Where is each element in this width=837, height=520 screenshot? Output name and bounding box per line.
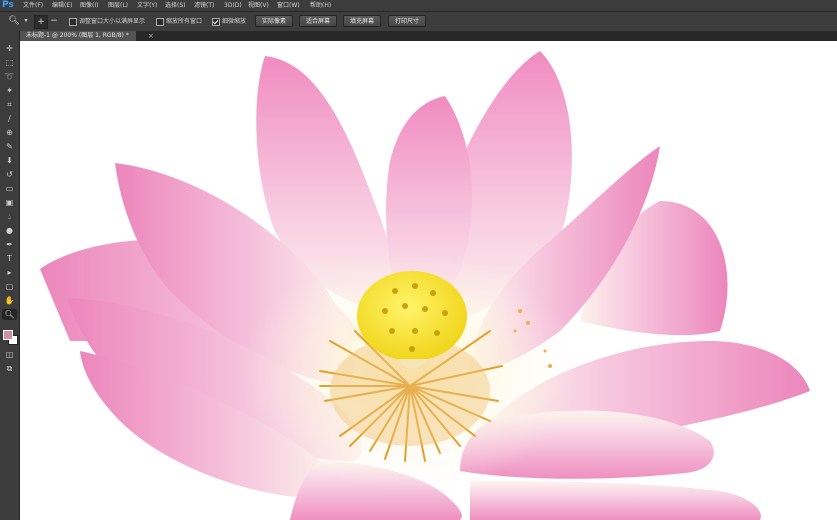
resize-windows-checkbox[interactable]: [69, 18, 77, 26]
document-canvas[interactable]: [20, 41, 837, 520]
menu-filter[interactable]: 滤镜(T): [194, 0, 214, 11]
shape-icon[interactable]: ▢: [2, 281, 17, 292]
print-size-button[interactable]: 打印尺寸: [388, 15, 426, 27]
menu-window[interactable]: 窗口(W): [277, 0, 300, 11]
fit-screen-button[interactable]: 适合屏幕: [299, 15, 337, 27]
menu-bar: Ps 文件(F) 编辑(E) 图像(I) 图层(L) 文字(Y) 选择(S) 滤…: [0, 0, 837, 12]
fill-screen-button[interactable]: 填充屏幕: [343, 15, 381, 27]
photoshop-logo: Ps: [2, 0, 14, 10]
menu-3d[interactable]: 3D(D): [224, 0, 242, 11]
document-tab-bar: 未标题-1 @ 200% (图层 1, RGB/8) * ×: [20, 31, 837, 41]
quick-mask-icon[interactable]: ◫: [2, 349, 17, 360]
lasso-icon[interactable]: ➰: [2, 71, 17, 82]
tools-panel: ✛ ⬚ ➰ ✦ ⌗ ∕ ⊕ ✎ ⬇ ↺ ▭ ▣ 💧︎ ● ✒ T ▸ ▢ ✋ 🔍…: [0, 31, 20, 520]
path-select-icon[interactable]: ▸: [2, 267, 17, 278]
foreground-color-swatch[interactable]: [3, 330, 13, 340]
menu-layer[interactable]: 图层(L): [108, 0, 128, 11]
quick-select-icon[interactable]: ✦: [2, 85, 17, 96]
type-icon[interactable]: T: [2, 253, 17, 264]
blur-icon[interactable]: 💧︎: [2, 211, 17, 222]
eyedropper-icon[interactable]: ∕: [2, 113, 17, 124]
menu-type[interactable]: 文字(Y): [137, 0, 157, 11]
document-tab[interactable]: 未标题-1 @ 200% (图层 1, RGB/8) *: [20, 31, 136, 41]
resize-windows-label: 调整窗口大小以满屏显示: [79, 18, 146, 25]
gradient-icon[interactable]: ▣: [2, 197, 17, 208]
zoom-in-icon[interactable]: +: [34, 15, 48, 29]
scrubby-zoom-label: 细微缩放: [222, 18, 247, 25]
crop-icon[interactable]: ⌗: [2, 99, 17, 110]
lotus-flower-image: [40, 51, 810, 520]
history-brush-icon[interactable]: ↺: [2, 169, 17, 180]
menu-image[interactable]: 图像(I): [80, 0, 98, 11]
dodge-icon[interactable]: ●: [2, 225, 17, 236]
hand-icon[interactable]: ✋: [2, 295, 17, 306]
screen-mode-icon[interactable]: ⧉: [2, 363, 17, 374]
menu-edit[interactable]: 编辑(E): [52, 0, 72, 11]
move-icon[interactable]: ✛: [2, 43, 17, 54]
scrubby-zoom-checkbox[interactable]: [212, 18, 220, 26]
menu-help[interactable]: 帮助(H): [310, 0, 331, 11]
zoom-tool-preset-icon[interactable]: 🔍︎: [8, 15, 20, 27]
pen-icon[interactable]: ✒: [2, 239, 17, 250]
healing-icon[interactable]: ⊕: [2, 127, 17, 138]
options-bar: 🔍︎ ▾ + − 调整窗口大小以满屏显示 缩放所有窗口 细微缩放 实际像素 适合…: [0, 12, 837, 32]
zoom-icon[interactable]: 🔍︎: [2, 309, 17, 320]
actual-pixels-button[interactable]: 实际像素: [255, 15, 293, 27]
zoom-all-windows-checkbox[interactable]: [156, 18, 164, 26]
eraser-icon[interactable]: ▭: [2, 183, 17, 194]
zoom-out-icon[interactable]: −: [48, 15, 60, 27]
zoom-all-windows-label: 缩放所有窗口: [166, 18, 203, 25]
marquee-icon[interactable]: ⬚: [2, 57, 17, 68]
chevron-down-icon[interactable]: ▾: [20, 15, 32, 27]
brush-icon[interactable]: ✎: [2, 141, 17, 152]
menu-view[interactable]: 视图(V): [248, 0, 269, 11]
stamp-icon[interactable]: ⬇: [2, 155, 17, 166]
menu-file[interactable]: 文件(F): [23, 0, 43, 11]
menu-select[interactable]: 选择(S): [165, 0, 186, 11]
close-icon[interactable]: ×: [148, 31, 154, 41]
